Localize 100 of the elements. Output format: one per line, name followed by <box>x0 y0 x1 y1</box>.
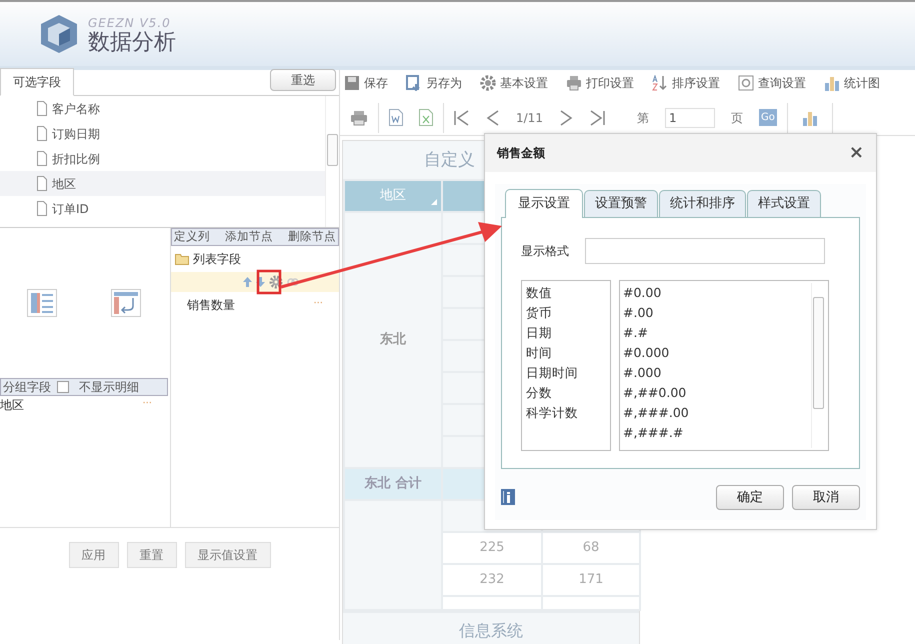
link-icon[interactable] <box>287 276 299 288</box>
checkbox[interactable] <box>57 381 69 393</box>
toolbar-button[interactable]: 另存为 <box>406 74 462 92</box>
format-option[interactable]: #,###.00 <box>623 402 811 422</box>
format-list[interactable]: #0.00 #.00 #.# #0.000 #.000 #,##0.00 #,###.00 #,###.# <box>619 280 829 450</box>
dialog-tab[interactable]: 设置预警 <box>584 190 658 216</box>
type-option[interactable]: 日期时间 <box>526 362 606 382</box>
toolbar-button[interactable]: 保存 <box>344 74 388 92</box>
previous-page-icon[interactable] <box>486 110 500 126</box>
format-option[interactable]: #.# <box>623 322 811 342</box>
column-field-item[interactable]: 销售数量 <box>187 296 235 314</box>
format-option[interactable]: #0.000 <box>623 342 811 362</box>
field-item[interactable]: 订购日期 <box>0 121 325 146</box>
query-icon <box>738 75 754 91</box>
gear-icon[interactable] <box>269 275 283 289</box>
document-icon <box>36 126 48 142</box>
field-item[interactable]: 订单ID <box>0 196 325 221</box>
toolbar-button[interactable]: 查询设置 <box>738 74 806 92</box>
group-field-item[interactable]: 地区 <box>0 396 24 414</box>
type-option[interactable]: 时间 <box>526 342 606 362</box>
sort-icon <box>652 75 668 91</box>
highlight-frame <box>256 270 282 294</box>
scrollbar[interactable] <box>811 282 825 448</box>
column-action-link[interactable]: 删除节点 <box>288 228 336 246</box>
field-label: 折扣比例 <box>52 150 100 168</box>
info-icon[interactable] <box>501 489 515 506</box>
down-arrow-icon[interactable] <box>256 277 265 287</box>
sort-triangle-icon <box>431 199 437 205</box>
type-list[interactable]: 数值 货币 日期 时间 日期时间 分数 科学计数 <box>521 280 611 450</box>
table-cell: 232 <box>442 564 542 596</box>
field-item[interactable]: 客户名称 <box>0 96 325 121</box>
scrollbar[interactable] <box>325 96 339 227</box>
panel-tab[interactable]: 可选字段 <box>0 68 74 96</box>
page-suffix: 页 <box>730 110 743 126</box>
field-label: 地区 <box>52 176 76 192</box>
document-icon <box>36 100 48 116</box>
table-cell: 225 <box>442 532 542 564</box>
subtotal-cell: 东北 合计 <box>344 468 442 500</box>
bar-chart-icon <box>824 75 840 91</box>
region-cell: 东北 <box>344 212 442 468</box>
word-file-icon[interactable] <box>389 109 403 126</box>
format-option[interactable]: #,##0.00 <box>623 382 811 402</box>
field-item[interactable]: 地区 <box>0 171 325 196</box>
column-action-link[interactable]: 定义列 <box>174 228 210 246</box>
toolbar-button[interactable]: 排序设置 <box>652 74 720 92</box>
bar-chart-icon[interactable] <box>802 110 818 126</box>
page-prefix: 第 <box>636 110 649 126</box>
report-title: 自定义 <box>424 150 475 170</box>
folder-icon <box>175 253 189 265</box>
type-option[interactable]: 日期 <box>526 322 606 342</box>
action-button[interactable]: 显示值设置 <box>184 542 270 568</box>
type-option[interactable]: 分数 <box>526 382 606 402</box>
table-cell: 68 <box>542 532 640 564</box>
dialog-title: 销售金额 <box>497 145 545 162</box>
dialog-button[interactable]: 确定 <box>716 484 784 510</box>
document-icon <box>36 200 48 216</box>
action-button[interactable]: 重置 <box>126 542 176 568</box>
format-label: 显示格式 <box>521 242 569 260</box>
action-button[interactable]: 应用 <box>68 542 118 568</box>
printer-icon <box>566 75 582 91</box>
format-option[interactable]: #.00 <box>623 302 811 322</box>
dialog-button[interactable]: 取消 <box>792 484 860 510</box>
format-option[interactable]: #,###.# <box>623 422 811 442</box>
cube-logo-icon <box>38 13 80 55</box>
checkbox-label: 不显示明细 <box>79 379 139 396</box>
folder-label: 列表字段 <box>193 251 241 268</box>
type-option[interactable]: 科学计数 <box>526 402 606 422</box>
close-button[interactable]: × <box>848 144 864 162</box>
printer-icon[interactable] <box>350 110 368 126</box>
reselect-button[interactable]: 重选 <box>270 69 336 91</box>
excel-file-icon[interactable] <box>419 109 433 126</box>
type-option[interactable]: 货币 <box>526 302 606 322</box>
field-label: 客户名称 <box>52 100 100 118</box>
last-page-icon[interactable] <box>588 110 605 126</box>
dialog-tab[interactable]: 显示设置 <box>505 189 583 218</box>
format-option[interactable]: #.000 <box>623 362 811 382</box>
toolbar-button[interactable]: 统计图 <box>824 74 880 92</box>
page-input[interactable]: 1 <box>664 108 715 128</box>
highlighted-row[interactable] <box>171 272 339 292</box>
dialog-tab[interactable]: 统计和排序 <box>659 190 746 216</box>
swap-layout-icon[interactable] <box>111 289 141 317</box>
format-input[interactable] <box>585 238 825 264</box>
gear-icon <box>480 75 496 91</box>
toolbar-button[interactable]: 基本设置 <box>480 74 548 92</box>
table-cell: 171 <box>542 564 640 596</box>
toolbar-button[interactable]: 打印设置 <box>566 74 634 92</box>
dialog-tab[interactable]: 样式设置 <box>747 190 821 216</box>
next-page-icon[interactable] <box>558 110 573 126</box>
field-item[interactable]: 折扣比例 <box>0 146 325 171</box>
report-footer: 信息系统 <box>343 611 639 644</box>
format-option[interactable]: #0.00 <box>623 282 811 302</box>
list-layout-icon[interactable] <box>27 289 57 317</box>
group-label: 分组字段 <box>3 379 51 396</box>
first-page-icon[interactable] <box>454 110 470 126</box>
up-arrow-icon[interactable] <box>243 277 252 287</box>
column-action-link[interactable]: 添加节点 <box>225 228 273 246</box>
field-label: 订购日期 <box>52 126 100 142</box>
app-title: 数据分析 <box>88 32 176 54</box>
version-label: GEEZN V5.0 <box>88 15 172 31</box>
type-option[interactable]: 数值 <box>526 282 606 302</box>
